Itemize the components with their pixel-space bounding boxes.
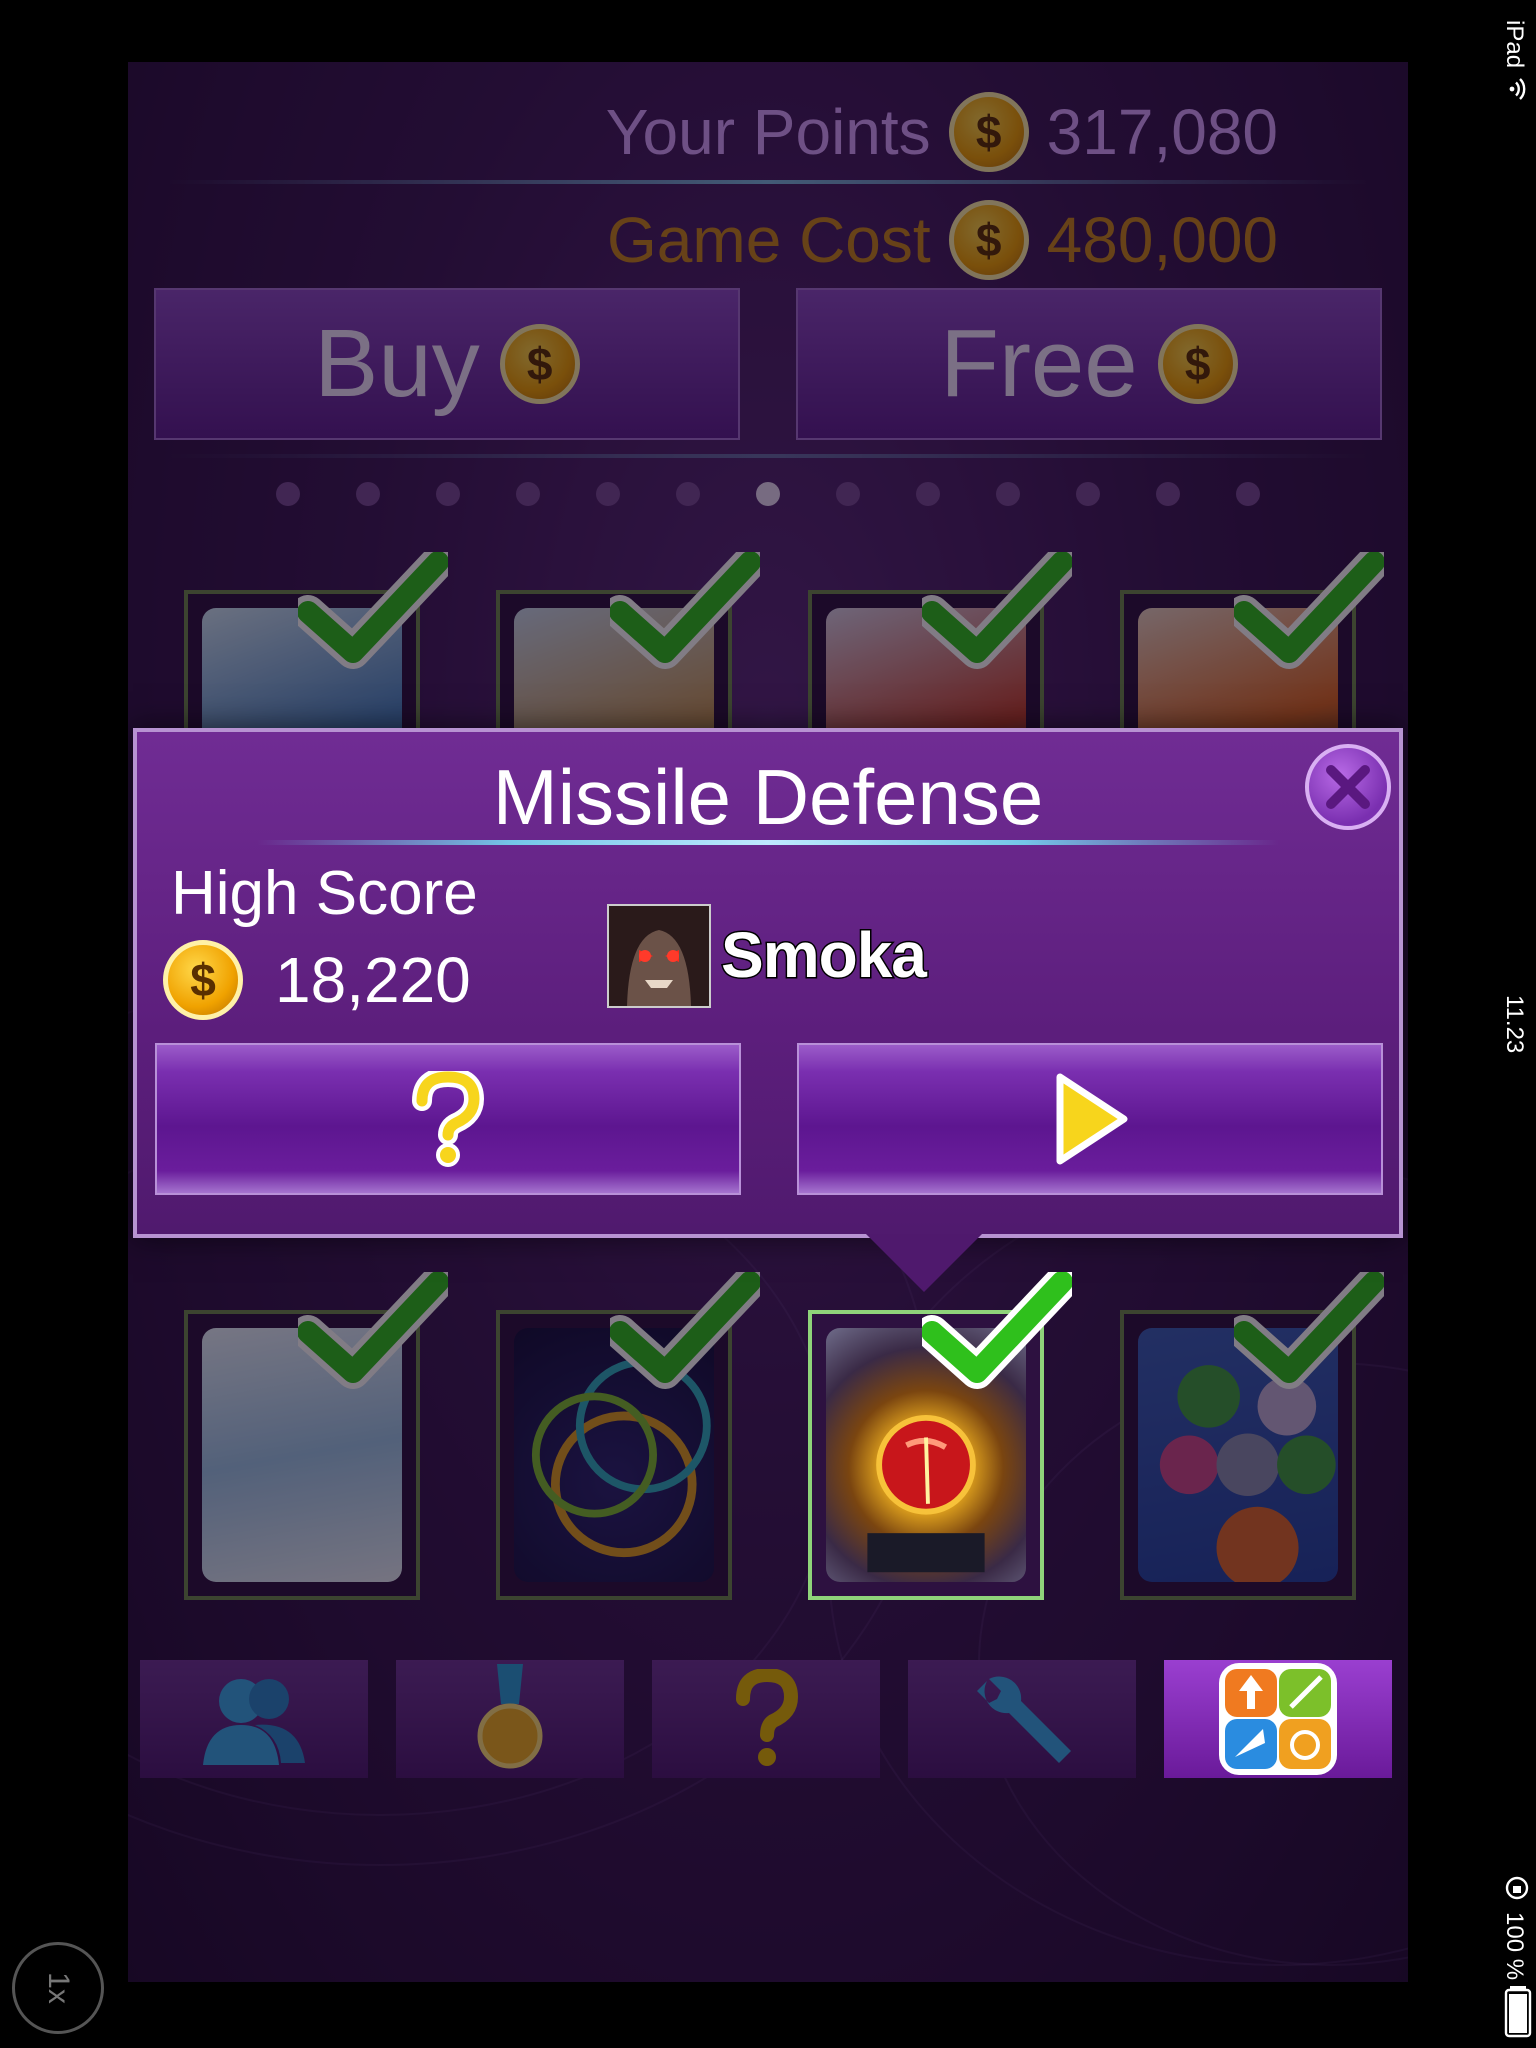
status-time: 11.23 bbox=[1501, 995, 1528, 1054]
page-dot[interactable] bbox=[356, 482, 380, 506]
page-dot[interactable] bbox=[276, 482, 300, 506]
battery-icon bbox=[1504, 1986, 1532, 2038]
settings-button[interactable] bbox=[908, 1660, 1136, 1778]
page-dot[interactable] bbox=[516, 482, 540, 506]
help-icon bbox=[736, 1669, 799, 1766]
zoom-button[interactable]: 1x bbox=[12, 1942, 104, 2034]
game-cost-label: Game Cost bbox=[607, 204, 931, 276]
your-points-value: 317,080 bbox=[1046, 96, 1278, 168]
your-points-row: Your Points $ 317,080 bbox=[606, 92, 1278, 172]
close-icon bbox=[1326, 765, 1370, 809]
free-button[interactable]: Free $ bbox=[796, 288, 1382, 440]
wifi-icon bbox=[1509, 78, 1526, 100]
game-help-button[interactable] bbox=[155, 1043, 741, 1195]
popup-title: Missile Defense bbox=[492, 753, 1044, 841]
game-cost-value: 480,000 bbox=[1046, 204, 1278, 276]
game-center-icon bbox=[1219, 1663, 1337, 1775]
high-score-value: 18,220 bbox=[275, 944, 471, 1016]
page-dot[interactable] bbox=[1236, 482, 1260, 506]
page-dot[interactable] bbox=[596, 482, 620, 506]
battery-percent: 100 % bbox=[1501, 1912, 1528, 1981]
medal-icon bbox=[477, 1664, 543, 1769]
page-dot[interactable] bbox=[1156, 482, 1180, 506]
friends-button[interactable] bbox=[140, 1660, 368, 1778]
page-dot[interactable] bbox=[756, 482, 780, 506]
header-divider bbox=[168, 180, 1368, 184]
check-icon bbox=[603, 1265, 767, 1392]
check-icon bbox=[915, 545, 1079, 672]
friends-icon bbox=[203, 1679, 305, 1765]
achievements-button[interactable] bbox=[396, 1660, 624, 1778]
settings-wrench-icon bbox=[977, 1676, 1071, 1763]
coin-icon: $ bbox=[948, 200, 1029, 280]
game-center-button[interactable] bbox=[1164, 1660, 1392, 1778]
check-icon bbox=[291, 545, 455, 672]
check-icon bbox=[291, 1265, 455, 1392]
page-dot[interactable] bbox=[436, 482, 460, 506]
player-name: Smoka bbox=[720, 918, 929, 993]
buy-label: Buy bbox=[314, 310, 480, 417]
coin-icon: $ bbox=[948, 92, 1029, 172]
check-icon bbox=[1227, 1265, 1391, 1392]
game-info-popup: Missile Defense High Score $ 18,220 Smok… bbox=[133, 728, 1403, 1238]
help-toolbar-button[interactable] bbox=[652, 1660, 880, 1778]
buy-button[interactable]: Buy $ bbox=[154, 288, 740, 440]
rotation-lock-icon bbox=[1505, 1876, 1529, 1900]
zoom-label: 1x bbox=[42, 1972, 75, 2004]
free-label: Free bbox=[940, 310, 1138, 417]
page-dot[interactable] bbox=[1076, 482, 1100, 506]
coin-icon: $ bbox=[163, 940, 243, 1020]
buttons-divider bbox=[168, 454, 1368, 458]
player-avatar bbox=[607, 904, 711, 1008]
play-icon bbox=[1056, 1073, 1128, 1165]
high-score-label: High Score bbox=[171, 859, 478, 928]
coin-icon: $ bbox=[499, 324, 580, 404]
page-dot[interactable] bbox=[836, 482, 860, 506]
page-dot[interactable] bbox=[676, 482, 700, 506]
check-icon bbox=[603, 545, 767, 672]
device-label: iPad bbox=[1501, 20, 1528, 69]
check-icon bbox=[915, 1265, 1079, 1392]
page-dot[interactable] bbox=[916, 482, 940, 506]
game-cost-row: Game Cost $ 480,000 bbox=[607, 200, 1278, 280]
coin-icon: $ bbox=[1157, 324, 1238, 404]
page-dot[interactable] bbox=[996, 482, 1020, 506]
check-icon bbox=[1227, 545, 1391, 672]
question-mark-icon bbox=[412, 1071, 485, 1167]
popup-divider bbox=[257, 840, 1279, 845]
play-button[interactable] bbox=[797, 1043, 1383, 1195]
page-indicator[interactable] bbox=[128, 482, 1408, 506]
close-button[interactable] bbox=[1305, 744, 1391, 830]
your-points-label: Your Points bbox=[605, 96, 931, 168]
